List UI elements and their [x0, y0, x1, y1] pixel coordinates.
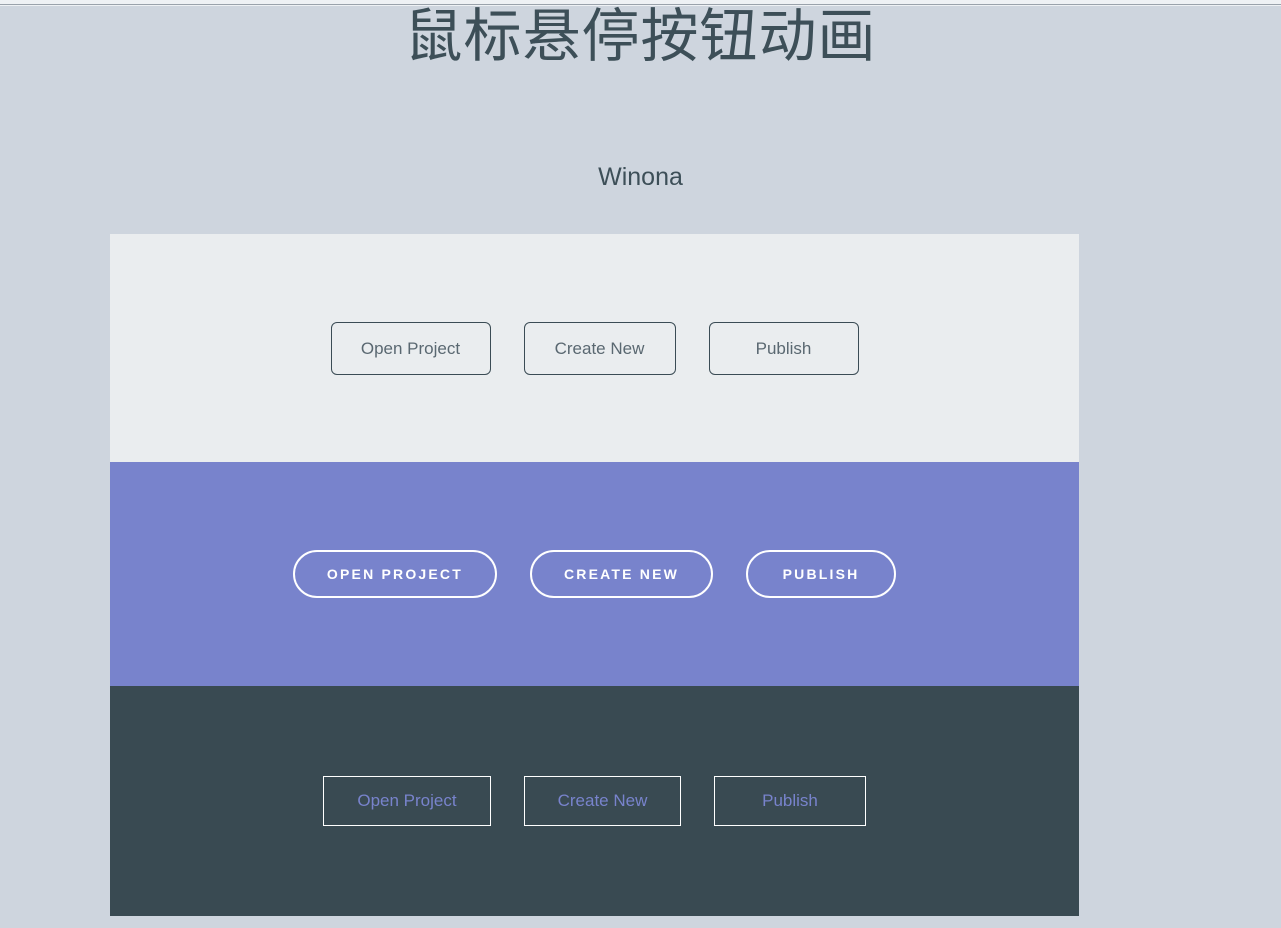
- button-create-new-dark[interactable]: Create New: [524, 776, 681, 826]
- button-open-project-dark[interactable]: Open Project: [323, 776, 491, 826]
- button-create-new-light[interactable]: Create New: [523, 321, 676, 375]
- button-open-project-pill[interactable]: OPEN PROJECT: [292, 550, 497, 598]
- demo-row-light: Open Project Create New Publish: [110, 234, 1079, 462]
- demo-row-dark: Open Project Create New Publish: [110, 686, 1079, 916]
- button-publish-light[interactable]: Publish: [708, 321, 859, 375]
- button-publish-dark[interactable]: Publish: [714, 776, 866, 826]
- button-open-project-light[interactable]: Open Project: [330, 321, 491, 375]
- demo-subtitle: Winona: [598, 163, 683, 191]
- button-publish-pill[interactable]: PUBLISH: [746, 550, 897, 598]
- demo-row-purple: OPEN PROJECT CREATE NEW PUBLISH: [110, 462, 1079, 686]
- button-create-new-pill[interactable]: CREATE NEW: [530, 550, 714, 598]
- button-demo-card: Open Project Create New Publish OPEN PRO…: [110, 234, 1079, 916]
- page-root: 鼠标悬停按钮动画 Winona Open Project Create New …: [0, 6, 1281, 928]
- page-title: 鼠标悬停按钮动画: [404, 4, 877, 69]
